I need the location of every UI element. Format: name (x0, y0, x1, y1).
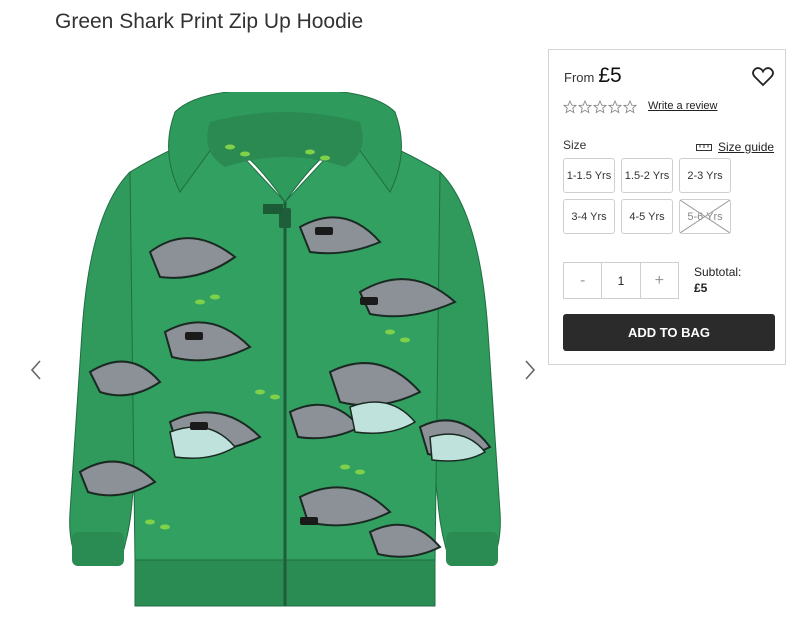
chevron-left-icon[interactable] (26, 358, 46, 382)
size-guide-link[interactable]: Size guide (696, 140, 774, 154)
product-image (60, 89, 510, 612)
size-option-label: 4-5 Yrs (629, 210, 665, 223)
size-guide-label: Size guide (718, 140, 775, 154)
price-value: £5 (598, 64, 622, 87)
quantity-stepper: - 1 + (563, 262, 679, 299)
price-prefix: From (564, 70, 595, 85)
purchase-panel: From £5 Write a review Size Size guide 1… (548, 49, 786, 365)
chevron-right-icon[interactable] (520, 358, 540, 382)
star-outline-icon (608, 100, 622, 114)
unavailable-cross-icon (680, 200, 730, 233)
subtotal: Subtotal: £5 (694, 264, 741, 296)
size-option[interactable]: 2-3 Yrs (679, 158, 731, 193)
heart-icon[interactable] (752, 67, 774, 87)
size-option-unavailable: 5-6 Yrs (679, 199, 731, 234)
star-outline-icon (563, 100, 577, 114)
ruler-icon (696, 143, 712, 151)
size-option[interactable]: 1.5-2 Yrs (621, 158, 673, 193)
quantity-input[interactable]: 1 (601, 263, 641, 298)
size-label: Size (563, 138, 587, 152)
quantity-decrease-button[interactable]: - (564, 263, 601, 298)
size-option-label: 1-1.5 Yrs (566, 169, 612, 182)
size-option[interactable]: 1-1.5 Yrs (563, 158, 615, 193)
size-option[interactable]: 4-5 Yrs (621, 199, 673, 234)
size-option-label: 2-3 Yrs (687, 169, 723, 182)
subtotal-value: £5 (694, 281, 708, 295)
rating-stars (563, 100, 637, 114)
write-review-link[interactable]: Write a review (648, 100, 717, 112)
subtotal-label: Subtotal: (694, 265, 742, 279)
size-option[interactable]: 3-4 Yrs (563, 199, 615, 234)
size-option-label: 3-4 Yrs (571, 210, 607, 223)
quantity-increase-button[interactable]: + (641, 263, 678, 298)
add-to-bag-button[interactable]: ADD TO BAG (563, 314, 775, 351)
size-option-label: 1.5-2 Yrs (624, 169, 670, 182)
star-outline-icon (593, 100, 607, 114)
star-outline-icon (578, 100, 592, 114)
product-title: Green Shark Print Zip Up Hoodie (55, 10, 364, 33)
price: From £5 (564, 64, 622, 88)
star-outline-icon (623, 100, 637, 114)
